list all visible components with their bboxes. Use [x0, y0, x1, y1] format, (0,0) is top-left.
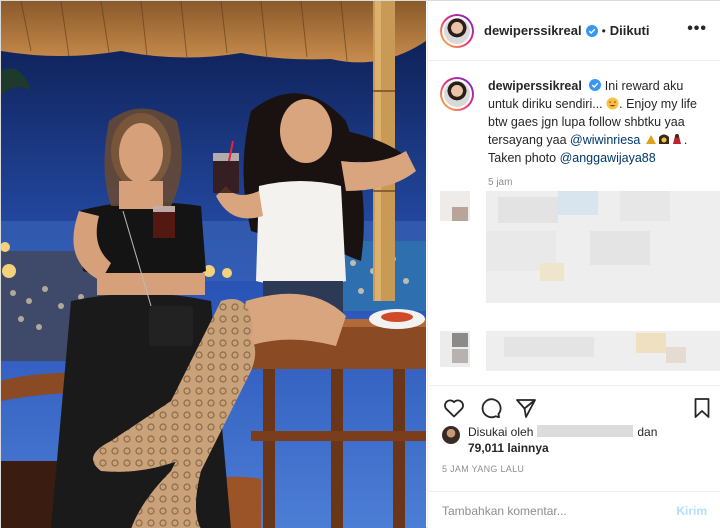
caption-author-avatar[interactable] [440, 77, 474, 111]
post-side-panel: dewiperssikreal • Diikuti ••• dewiperssi… [427, 1, 720, 528]
instagram-post-window: dewiperssikreal • Diikuti ••• dewiperssi… [0, 0, 720, 528]
verified-badge-icon [589, 79, 602, 91]
post-caption: dewiperssikreal Ini reward aku untuk dir… [440, 77, 710, 167]
author-username[interactable]: dewiperssikreal [484, 23, 582, 38]
comment-input[interactable] [442, 503, 672, 518]
mention-link-2[interactable]: @anggawijaya88 [560, 151, 656, 165]
post-timestamp[interactable]: 5 JAM YANG LALU [442, 464, 524, 474]
post-header: dewiperssikreal • Diikuti ••• [428, 1, 720, 61]
caption-username[interactable]: dewiperssikreal [488, 79, 582, 93]
post-comment-button[interactable]: Kirim [676, 504, 707, 518]
likes-count-button[interactable]: 79,011 lainnya [468, 441, 549, 455]
likes-and: dan [637, 425, 658, 439]
likes-text: Disukai oleh dan 79,011 lainnya [468, 424, 657, 456]
heart-icon[interactable] [442, 396, 466, 420]
verified-badge-icon [585, 24, 598, 37]
bookmark-icon[interactable] [690, 396, 714, 420]
likes-prefix: Disukai oleh [468, 425, 534, 439]
post-photo-image [1, 1, 426, 528]
liker-avatar[interactable] [442, 426, 460, 444]
share-icon[interactable] [514, 396, 538, 420]
author-avatar[interactable] [440, 13, 474, 48]
caption-timestamp: 5 jam [488, 177, 513, 188]
add-comment-bar: Kirim [428, 491, 720, 528]
comment-icon[interactable] [478, 396, 502, 420]
post-photo[interactable] [1, 1, 426, 528]
heart-eyes-emoji-icon [606, 97, 619, 110]
caption-text: dewiperssikreal Ini reward aku untuk dir… [488, 77, 710, 167]
post-actions: Disukai oleh dan 79,011 lainnya 5 JAM YAN… [428, 385, 720, 495]
likes-summary: Disukai oleh dan 79,011 lainnya [442, 424, 657, 456]
liker-username-blurred[interactable] [537, 425, 634, 437]
more-options-icon[interactable]: ••• [687, 21, 707, 37]
mention-link-1[interactable]: @wiwinriesa [570, 133, 640, 147]
header-separator: • [601, 23, 606, 38]
follow-status-button[interactable]: Diikuti [610, 23, 650, 38]
emoji-group-icon [645, 134, 681, 144]
